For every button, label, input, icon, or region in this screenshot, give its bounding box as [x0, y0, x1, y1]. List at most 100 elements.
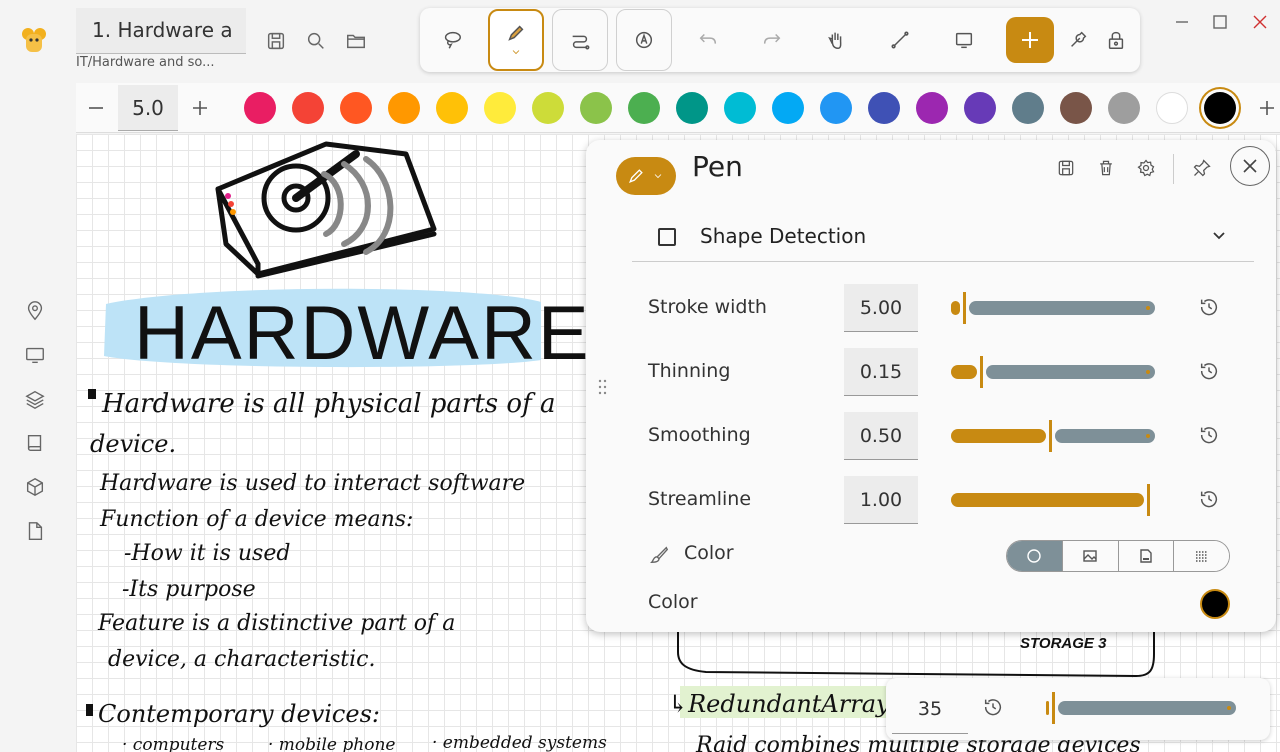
color-value-label: Color — [648, 591, 698, 613]
color-swatch[interactable] — [244, 92, 276, 124]
color-swatch[interactable] — [292, 92, 324, 124]
text-tool-button[interactable] — [616, 9, 672, 71]
header-divider — [1173, 154, 1174, 184]
sidebar-item-cube[interactable] — [24, 476, 48, 500]
pin-icon — [1193, 159, 1211, 177]
setting-value-field[interactable]: 5.00 — [844, 284, 918, 332]
maximize-icon — [1213, 15, 1227, 29]
undo-button[interactable] — [680, 9, 736, 71]
size-value-field[interactable]: 5.0 — [118, 85, 178, 131]
size-mini-panel: 35 — [886, 678, 1270, 740]
mini-size-value-field[interactable]: 35 — [892, 684, 968, 734]
mini-reset-button[interactable] — [982, 696, 1006, 720]
setting-value-field[interactable]: 1.00 — [844, 476, 918, 524]
color-swatch[interactable] — [676, 92, 708, 124]
color-mode-solid[interactable] — [1007, 541, 1063, 571]
cube-icon — [26, 477, 44, 497]
color-swatch[interactable] — [868, 92, 900, 124]
setting-label: Smoothing — [648, 424, 751, 446]
color-swatch[interactable] — [484, 92, 516, 124]
color-swatch[interactable] — [820, 92, 852, 124]
setting-slider[interactable] — [951, 356, 1155, 388]
color-swatch[interactable] — [340, 92, 372, 124]
color-swatch[interactable] — [772, 92, 804, 124]
present-tool-button[interactable] — [936, 9, 992, 71]
hard-drive-drawing — [215, 141, 437, 279]
minimize-button[interactable] — [1170, 10, 1194, 34]
sidebar-item-location[interactable] — [24, 300, 48, 324]
setting-slider[interactable] — [951, 292, 1155, 324]
setting-slider[interactable] — [951, 484, 1155, 516]
lock-tool-button[interactable] — [1094, 9, 1138, 71]
mini-size-slider[interactable] — [1046, 692, 1236, 724]
decrease-size-button[interactable] — [76, 83, 116, 133]
increase-size-button[interactable] — [180, 83, 220, 133]
color-swatch[interactable] — [628, 92, 660, 124]
color-swatch[interactable] — [532, 92, 564, 124]
color-swatch[interactable] — [1012, 92, 1044, 124]
color-mode-pattern[interactable] — [1174, 541, 1229, 571]
color-swatch[interactable] — [1108, 92, 1140, 124]
plus-icon — [1260, 101, 1274, 115]
setting-value-field[interactable]: 0.50 — [844, 412, 918, 460]
pen-type-dropdown[interactable] — [616, 157, 676, 195]
current-color-swatch[interactable] — [1200, 589, 1230, 619]
close-window-button[interactable] — [1248, 10, 1272, 34]
sidebar-item-monitor[interactable] — [24, 344, 48, 368]
color-swatch[interactable] — [1156, 92, 1188, 124]
sidebar-item-layers[interactable] — [24, 388, 48, 412]
color-swatch[interactable] — [388, 92, 420, 124]
lasso-tool-button[interactable] — [424, 9, 480, 71]
save-icon[interactable] — [262, 27, 290, 55]
color-mode-image[interactable] — [1062, 541, 1119, 571]
slider-track-filled — [951, 365, 977, 379]
color-mode-svg[interactable] — [1118, 541, 1175, 571]
slider-thumb[interactable] — [963, 292, 966, 324]
drag-handle-icon[interactable] — [598, 378, 608, 396]
history-icon[interactable] — [1198, 296, 1222, 320]
color-swatch[interactable] — [724, 92, 756, 124]
color-swatch[interactable] — [580, 92, 612, 124]
history-icon[interactable] — [1198, 424, 1222, 448]
add-button[interactable] — [1006, 17, 1054, 63]
slider-track-empty — [986, 365, 1155, 379]
slider-thumb[interactable] — [1147, 484, 1150, 516]
slider-thumb[interactable] — [980, 356, 983, 388]
hand-icon — [828, 32, 842, 49]
color-swatch[interactable] — [1060, 92, 1092, 124]
color-swatch[interactable] — [1204, 92, 1236, 124]
color-swatch[interactable] — [964, 92, 996, 124]
delete-preset-button[interactable] — [1092, 154, 1120, 182]
maximize-button[interactable] — [1208, 10, 1232, 34]
pen-tool-button[interactable] — [488, 9, 544, 71]
svg-icon — [1140, 549, 1152, 563]
document-title-tab[interactable]: 1. Hardware a — [76, 8, 246, 54]
slider-thumb[interactable] — [1049, 420, 1052, 452]
sidebar-item-file[interactable] — [24, 520, 48, 544]
history-icon[interactable] — [1198, 488, 1222, 512]
color-swatch[interactable] — [436, 92, 468, 124]
shape-detection-checkbox[interactable] — [658, 228, 676, 246]
slider-thumb[interactable] — [1052, 692, 1055, 724]
pan-tool-button[interactable] — [808, 9, 864, 71]
setting-slider[interactable] — [951, 420, 1155, 452]
search-icon[interactable] — [302, 27, 330, 55]
save-preset-button[interactable] — [1052, 154, 1080, 182]
shapes-tool-button[interactable] — [552, 9, 608, 71]
folder-icon[interactable] — [342, 27, 370, 55]
preset-settings-button[interactable] — [1132, 154, 1160, 182]
redo-button[interactable] — [744, 9, 800, 71]
main-toolbar — [420, 8, 1140, 72]
note-line-8: device, a characteristic. — [108, 647, 375, 672]
chevron-down-icon[interactable] — [1210, 226, 1230, 246]
shape-detection-row[interactable]: Shape Detection — [632, 212, 1254, 262]
slider-track-empty — [1058, 701, 1236, 715]
line-tool-button[interactable] — [872, 9, 928, 71]
history-icon[interactable] — [1198, 360, 1222, 384]
color-swatch[interactable] — [916, 92, 948, 124]
pin-panel-button[interactable] — [1188, 154, 1216, 182]
sidebar-item-book[interactable] — [24, 432, 48, 456]
close-panel-button[interactable] — [1230, 146, 1270, 186]
add-color-button[interactable] — [1252, 83, 1280, 133]
setting-value-field[interactable]: 0.15 — [844, 348, 918, 396]
